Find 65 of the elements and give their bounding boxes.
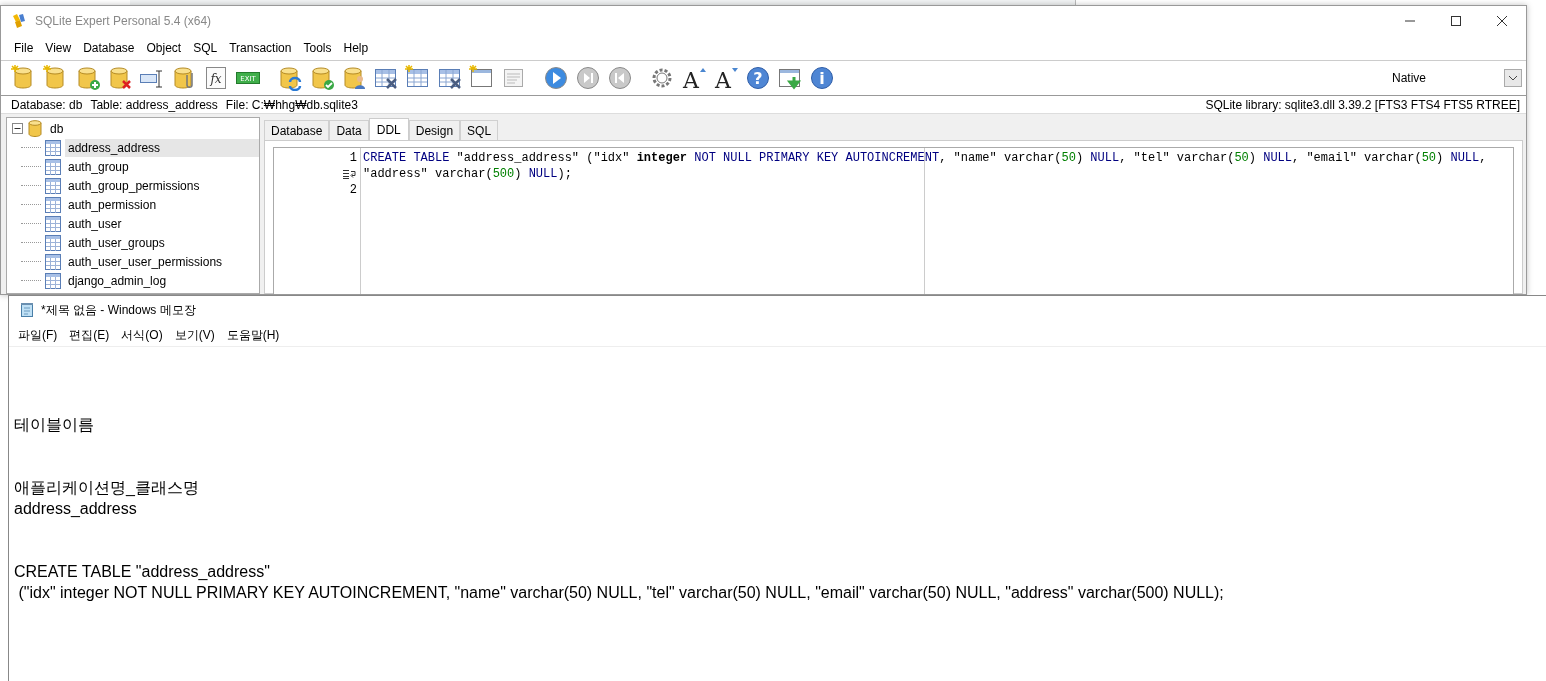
tree-item[interactable]: django_admin_log	[65, 271, 170, 290]
line-number: 2	[349, 183, 357, 197]
tab[interactable]: Data	[329, 120, 369, 140]
tree-item[interactable]: auth_user	[65, 214, 125, 233]
skip-forward-icon[interactable]	[575, 65, 601, 91]
line-number: 1	[349, 151, 357, 165]
window-title: SQLite Expert Personal 5.4 (x64)	[35, 14, 212, 28]
table-icon	[45, 253, 61, 270]
function-icon[interactable]: fx	[203, 65, 229, 91]
menu-item[interactable]: Object	[140, 41, 188, 55]
menu-item[interactable]: 편집(E)	[64, 326, 115, 344]
collapse-icon[interactable]	[12, 123, 23, 134]
maximize-icon[interactable]	[1450, 15, 1462, 27]
library-info: SQLite library: sqlite3.dll 3.39.2 [FTS3 FTS4 FTS5 RTREE]	[1205, 97, 1520, 112]
skip-back-icon[interactable]	[607, 65, 633, 91]
mode-dropdown[interactable]: Native	[1364, 69, 1522, 87]
status-text: Table: address_address	[90, 97, 218, 112]
help-icon[interactable]: ?	[745, 65, 771, 91]
tree-item[interactable]: db	[47, 119, 67, 138]
table-icon	[45, 196, 61, 213]
status-text: File: C:₩hhg₩db.sqlite3	[225, 97, 358, 112]
menu-item[interactable]: Help	[337, 41, 375, 55]
code-editor[interactable]: 1 2 CREATE TABLE "address_address" ("idx" integer NOT NULL PRIMARY KEY AUTOINCREMENT, "name" varchar(50) NULL, "tel" varchar(50) NULL, "email" varchar(50) NULL, "address" varchar(500) NULL);	[273, 147, 1514, 294]
menu-item[interactable]: 파일(F)	[13, 326, 63, 344]
table-icon	[45, 158, 61, 175]
tab[interactable]: Database	[264, 120, 330, 140]
menu-item[interactable]: SQL	[187, 41, 224, 55]
tree-item[interactable]: address_address	[65, 138, 259, 157]
table-icon	[45, 272, 61, 289]
tab[interactable]: SQL	[460, 120, 499, 140]
tab[interactable]: Design	[408, 120, 461, 140]
table-icon	[45, 177, 61, 194]
caret-icon[interactable]	[1504, 69, 1522, 87]
tree-item[interactable]: auth_group_permissions	[65, 176, 203, 195]
info-icon[interactable]: i	[809, 65, 835, 91]
database-refresh-icon[interactable]	[277, 65, 303, 91]
database-icon	[28, 120, 42, 137]
window-title: *제목 없음 - Windows 메모장	[41, 301, 196, 319]
notepad-icon	[19, 302, 35, 318]
status-text: Database: db	[11, 97, 83, 112]
table-icon	[45, 234, 61, 251]
word-wrap-icon	[343, 169, 357, 179]
menu-item[interactable]: Database	[77, 41, 141, 55]
menu-item[interactable]: File	[8, 41, 40, 55]
tree-item[interactable]: auth_user_user_permissions	[65, 252, 226, 271]
tree-item[interactable]: auth_group	[65, 157, 132, 176]
menu-item[interactable]: Tools	[297, 41, 338, 55]
table-icon	[45, 215, 61, 232]
menu-item[interactable]: 도움말(H)	[221, 326, 285, 344]
close-icon[interactable]	[1496, 15, 1508, 27]
text-area[interactable]: 테이블이름 애플리케이션명_클래스명 address_address CREATE TABLE "address_address" ("idx" integer NOT NULL PRIMARY KEY AUTOINCREMENT, "name" varchar(50) NULL, "tel" varchar(50) NULL, "email" varchar(50) NULL, "address" varchar(500) NULL);	[14, 351, 1224, 603]
tree-item[interactable]: auth_permission	[65, 195, 160, 214]
database-delete-icon[interactable]	[107, 65, 133, 91]
code-line: CREATE TABLE "address_address" ("idx" integer NOT NULL PRIMARY KEY AUTOINCREMENT, "name" varchar(50) NULL, "tel" varchar(50) NULL, "email" varchar(50) NULL,	[363, 151, 1487, 165]
code-line: "address" varchar(500) NULL);	[363, 167, 572, 181]
table-icon	[45, 139, 61, 156]
database-plus-icon[interactable]	[75, 65, 101, 91]
database-user-icon[interactable]	[341, 65, 367, 91]
menu-item[interactable]: 서식(O)	[116, 326, 168, 344]
menu-item[interactable]: Transaction	[223, 41, 298, 55]
menu-item[interactable]: 보기(V)	[169, 326, 220, 344]
tree-item[interactable]: auth_user_groups	[65, 233, 168, 252]
database-check-icon[interactable]	[309, 65, 335, 91]
menu-item[interactable]: View	[39, 41, 78, 55]
play-icon[interactable]	[543, 65, 569, 91]
